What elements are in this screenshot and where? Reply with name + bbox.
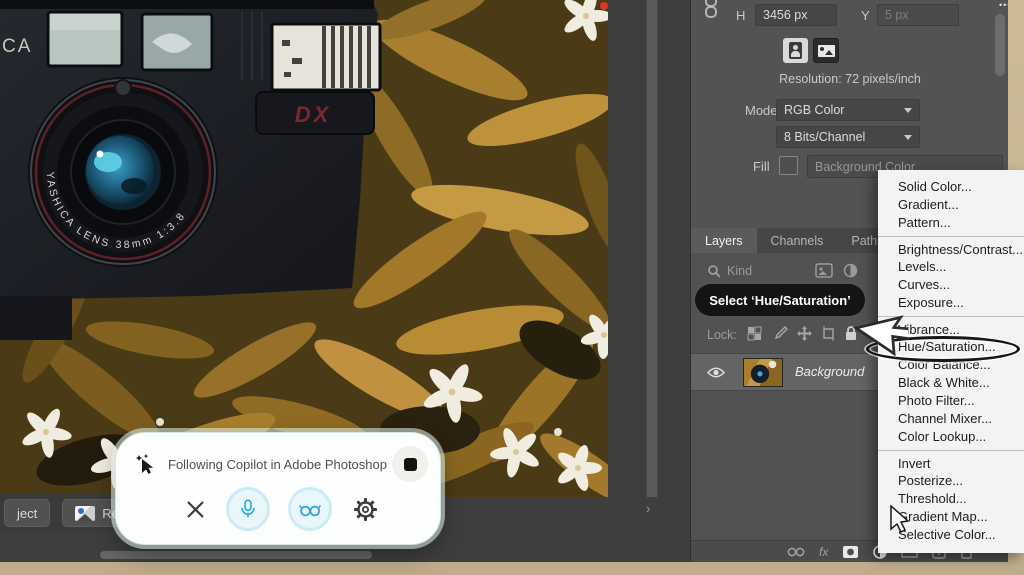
document-canvas[interactable]: DX CA YASHICA LENS 38mm 1:3.8 <box>0 0 608 497</box>
menu-item-brightness-contrast[interactable]: Brightness/Contrast... <box>878 236 1024 258</box>
record-dot <box>600 2 608 10</box>
menu-item-levels[interactable]: Levels... <box>878 258 1024 276</box>
menu-item-channel-mixer[interactable]: Channel Mixer... <box>878 410 1024 428</box>
fx-icon[interactable]: fx <box>819 545 828 559</box>
menu-item-invert[interactable]: Invert <box>878 450 1024 472</box>
gear-icon[interactable] <box>353 497 378 522</box>
layer-name: Background <box>795 364 864 379</box>
fill-checkbox[interactable] <box>779 156 798 175</box>
artboard-icon[interactable] <box>821 326 836 341</box>
mic-icon <box>237 498 259 520</box>
move-icon[interactable] <box>797 326 812 341</box>
canvas-horizontal-scrollbar[interactable] <box>100 551 372 559</box>
menu-item-solid-color[interactable]: Solid Color... <box>878 178 1024 196</box>
arrow-cursor-large <box>848 292 908 356</box>
bit-depth-value: 8 Bits/Channel <box>784 130 865 144</box>
h-label: H <box>736 8 745 23</box>
link-layers-icon[interactable] <box>787 547 805 557</box>
glasses-button[interactable] <box>291 490 329 528</box>
height-value: 3456 px <box>763 8 807 22</box>
stop-button[interactable] <box>392 446 428 482</box>
menu-item-black-white[interactable]: Black & White... <box>878 374 1024 392</box>
screen: DX CA YASHICA LENS 38mm 1:3.8 › <box>0 0 1024 575</box>
menu-item-color-lookup[interactable]: Color Lookup... <box>878 428 1024 446</box>
landscape-icon[interactable] <box>813 38 839 63</box>
menu-item-pattern[interactable]: Pattern... <box>878 214 1024 232</box>
menu-item-photo-filter[interactable]: Photo Filter... <box>878 392 1024 410</box>
chevron-down-icon <box>904 108 912 113</box>
filter-kind-select[interactable]: Kind <box>727 264 752 278</box>
height-field[interactable]: 3456 px <box>755 4 837 26</box>
eye-icon[interactable] <box>707 366 725 379</box>
adjust-filter-icon[interactable] <box>843 263 858 278</box>
glasses-icon <box>298 498 322 520</box>
canvas-vertical-scrollbar[interactable] <box>646 0 658 497</box>
camera-badge-text: DX <box>295 102 332 127</box>
panel-scrollbar[interactable] <box>995 14 1005 76</box>
close-icon[interactable] <box>186 500 205 519</box>
chevron-down-icon <box>904 135 912 140</box>
menu-item-posterize[interactable]: Posterize... <box>878 472 1024 490</box>
tab-layers[interactable]: Layers <box>691 228 757 253</box>
search-icon <box>708 265 721 278</box>
y-value: 5 px <box>885 8 909 22</box>
mic-button[interactable] <box>229 490 267 528</box>
stop-icon <box>404 458 417 471</box>
copilot-overlay: Following Copilot in Adobe Photoshop <box>115 432 441 545</box>
chevron-right-icon[interactable]: › <box>646 501 650 516</box>
brush-icon[interactable] <box>773 326 788 341</box>
mode-value: RGB Color <box>784 103 844 117</box>
link-icon[interactable] <box>703 0 719 20</box>
portrait-icon[interactable] <box>783 38 808 63</box>
pick-filter-icon[interactable] <box>815 263 833 278</box>
mask-icon[interactable] <box>842 545 859 559</box>
cursor-sparkle-icon <box>136 453 158 475</box>
lock-label: Lock: <box>707 328 737 342</box>
camera-brand-text: CA <box>2 36 32 57</box>
mode-select[interactable]: RGB Color <box>776 99 920 121</box>
copilot-tooltip: Select ‘Hue/Saturation’ <box>694 283 866 317</box>
checkerboard-icon[interactable] <box>747 326 762 341</box>
arrow-cursor-small <box>890 505 912 535</box>
tooltip-text: Select ‘Hue/Saturation’ <box>709 293 851 308</box>
layer-thumbnail[interactable] <box>743 358 783 387</box>
y-label: Y <box>861 8 870 23</box>
select-subject-label: ject <box>17 506 37 521</box>
fill-label: Fill <box>753 159 770 174</box>
y-field[interactable]: 5 px <box>877 4 959 26</box>
select-subject-button[interactable]: ject <box>4 499 50 527</box>
copilot-status-text: Following Copilot in Adobe Photoshop <box>168 457 392 472</box>
camera: DX CA YASHICA LENS 38mm 1:3.8 <box>0 0 380 340</box>
resolution-text: Resolution: 72 pixels/inch <box>691 72 1008 86</box>
panel-menu-icon[interactable]: ••• <box>999 0 1008 10</box>
mode-label: Mode <box>745 103 778 118</box>
menu-item-gradient[interactable]: Gradient... <box>878 196 1024 214</box>
bit-depth-select[interactable]: 8 Bits/Channel <box>776 126 920 148</box>
tab-channels[interactable]: Channels <box>757 228 838 253</box>
remove-background-icon <box>75 506 95 521</box>
